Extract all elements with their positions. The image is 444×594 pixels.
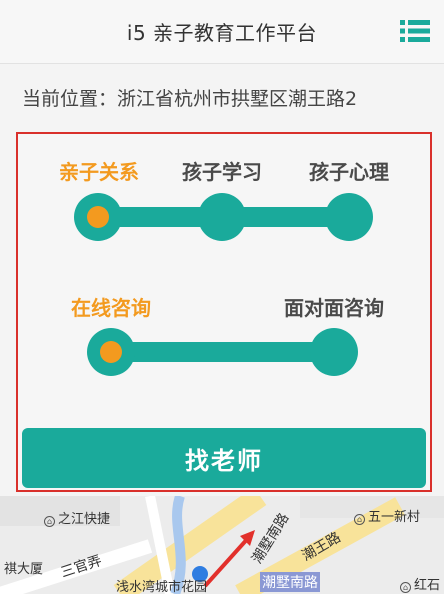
- app-header: i5 亲子教育工作平台: [0, 0, 444, 64]
- selected-dot-icon: [100, 341, 122, 363]
- map-poi-qi-building: 祺大厦: [4, 562, 44, 577]
- map-poi-qianshuiwan: 浅水湾城市花园: [116, 580, 208, 594]
- step-node-child-learning[interactable]: [198, 193, 246, 241]
- page-title: i5 亲子教育工作平台: [126, 21, 318, 45]
- building-icon: ⌂: [44, 516, 55, 527]
- current-location: 当前位置：浙江省杭州市拱墅区潮王路2: [22, 88, 358, 110]
- option-node-online-consult[interactable]: [87, 328, 135, 376]
- step-node-child-psychology[interactable]: [325, 193, 373, 241]
- find-teacher-button[interactable]: 找老师: [22, 428, 426, 488]
- list-menu-icon: [400, 20, 430, 42]
- menu-button[interactable]: [400, 18, 430, 44]
- step-child-learning[interactable]: 孩子学习: [182, 156, 262, 185]
- building-icon: ⌂: [400, 582, 411, 593]
- option-node-face-to-face-consult[interactable]: [310, 328, 358, 376]
- option-face-to-face-consult[interactable]: 面对面咨询: [284, 292, 384, 321]
- step-parent-child-relationship[interactable]: 亲子关系: [59, 156, 139, 185]
- option-online-consult[interactable]: 在线咨询: [71, 292, 151, 321]
- selected-dot-icon: [87, 206, 109, 228]
- map-poi-zhijiang: ⌂ 之江快捷: [44, 508, 110, 527]
- map-poi-wuyi: ⌂ 五一新村: [354, 506, 420, 525]
- map-poi-hongshi: ⌂ 红石: [400, 574, 440, 593]
- map-highlighted-road: 潮墅南路: [260, 572, 320, 592]
- map-view[interactable]: ⌂ 之江快捷 ⌂ 五一新村 祺大厦 三官弄 浅水湾城市花园 潮墅南路 潮王路 ⌂ 红石: [0, 496, 444, 594]
- step-child-psychology[interactable]: 孩子心理: [309, 156, 389, 185]
- building-icon: ⌂: [354, 514, 365, 525]
- step-node-parent-child-relationship[interactable]: [74, 193, 122, 241]
